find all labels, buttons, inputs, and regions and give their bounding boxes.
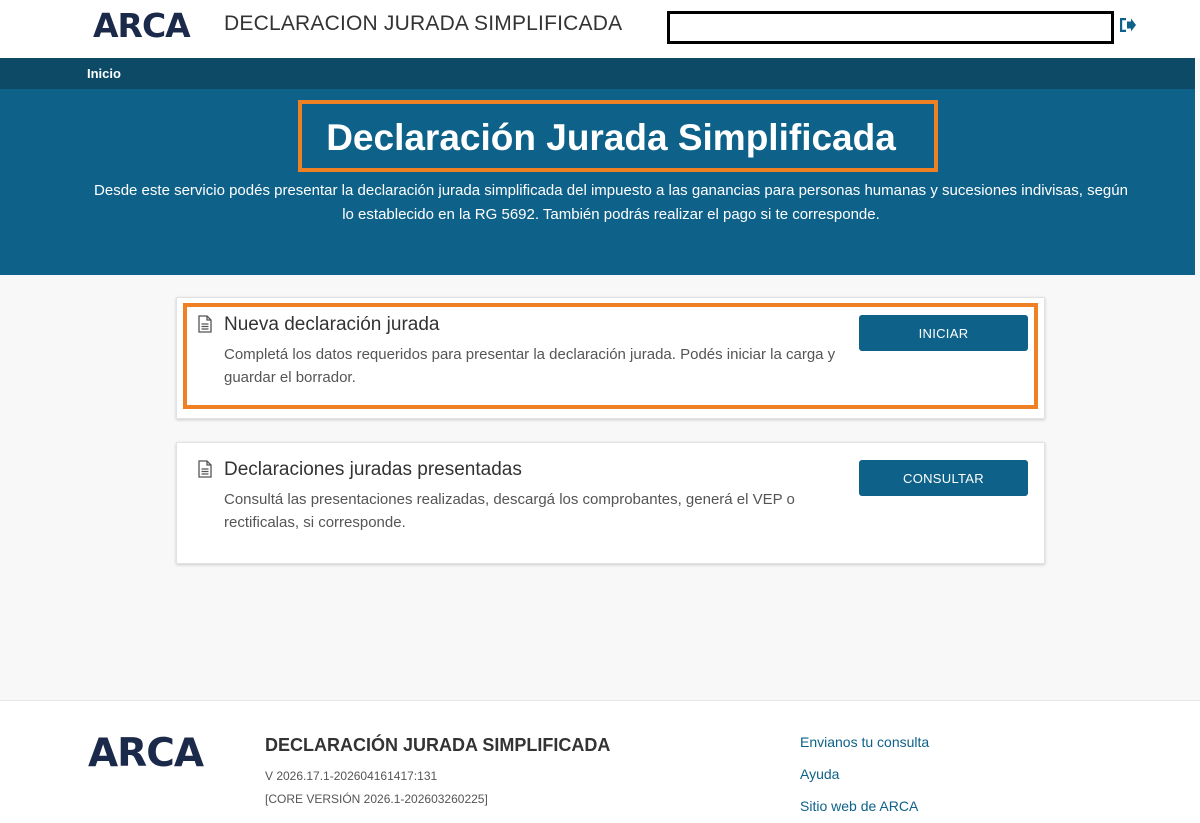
description-line-1: Desde este servicio podés presentar la d… (94, 182, 1128, 199)
card-description: Consultá las presentaciones realizadas, … (224, 491, 795, 531)
card-title: Nueva declaración jurada (224, 314, 440, 335)
arca-logo[interactable]: ARCA (93, 6, 191, 45)
consultar-button[interactable]: CONSULTAR (859, 460, 1028, 496)
arca-website-link[interactable]: Sitio web de ARCA (800, 798, 918, 814)
footer-arca-logo: ARCA (88, 731, 204, 776)
card-description: Completá los datos requeridos para prese… (224, 346, 836, 386)
help-link[interactable]: Ayuda (800, 766, 839, 782)
logout-icon[interactable] (1117, 15, 1137, 35)
top-header: ARCA DECLARACION JURADA SIMPLIFICADA (0, 0, 1200, 58)
breadcrumb: Inicio (0, 58, 1195, 89)
card-submitted-declarations: Declaraciones juradas presentadas Consul… (176, 442, 1045, 564)
page-description: Desde este servicio podés presentar la d… (80, 179, 1142, 227)
description-line-2: lo establecido en la RG 5692. También po… (342, 206, 880, 223)
breadcrumb-home-link[interactable]: Inicio (87, 66, 121, 81)
footer: ARCA DECLARACIÓN JURADA SIMPLIFICADA V 2… (0, 700, 1200, 823)
app-title: DECLARACION JURADA SIMPLIFICADA (224, 12, 623, 35)
document-icon (198, 315, 212, 333)
document-icon (198, 460, 212, 478)
card-title: Declaraciones juradas presentadas (224, 459, 522, 480)
footer-title: DECLARACIÓN JURADA SIMPLIFICADA (265, 735, 611, 755)
hero-banner: Declaración Jurada Simplificada Desde es… (0, 89, 1195, 275)
contact-link[interactable]: Envianos tu consulta (800, 734, 929, 750)
card-new-declaration: Nueva declaración jurada Completá los da… (176, 297, 1045, 419)
user-info-box (667, 11, 1114, 44)
page-title: Declaración Jurada Simplificada (326, 117, 896, 158)
core-version: [CORE VERSIÓN 2026.1-202603260225] (265, 792, 488, 806)
iniciar-button[interactable]: INICIAR (859, 315, 1028, 351)
app-version: V 2026.17.1-202604161417:131 (265, 769, 438, 783)
